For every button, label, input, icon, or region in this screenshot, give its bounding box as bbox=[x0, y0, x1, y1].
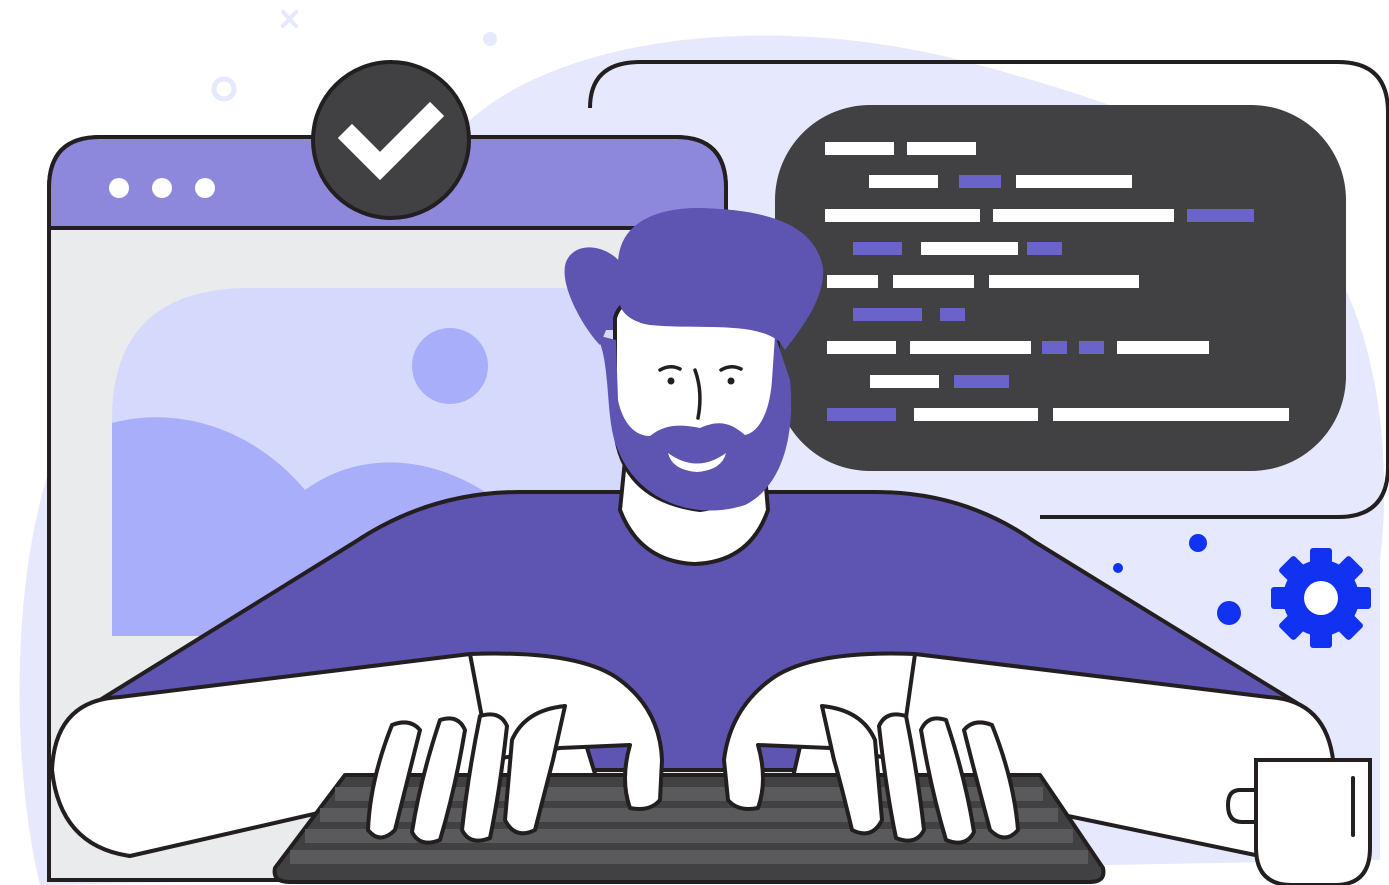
checkmark-icon bbox=[311, 60, 471, 220]
gear-icon bbox=[1271, 548, 1371, 648]
decor-x-icon bbox=[281, 10, 298, 28]
code-bubble-icon bbox=[775, 105, 1346, 471]
window-dots-icon bbox=[109, 178, 215, 198]
person-eye-right bbox=[727, 377, 735, 385]
person-hair-fringe bbox=[618, 208, 824, 345]
decor-ring-icon bbox=[211, 76, 237, 102]
decor-dot-icon bbox=[483, 32, 497, 46]
decor-blue-dot-icon bbox=[1217, 601, 1241, 625]
person-eye-left bbox=[667, 377, 675, 385]
decor-blue-dot-icon bbox=[1189, 534, 1207, 552]
decor-blue-dot-icon bbox=[1113, 563, 1123, 573]
developer-illustration bbox=[19, 10, 1389, 885]
